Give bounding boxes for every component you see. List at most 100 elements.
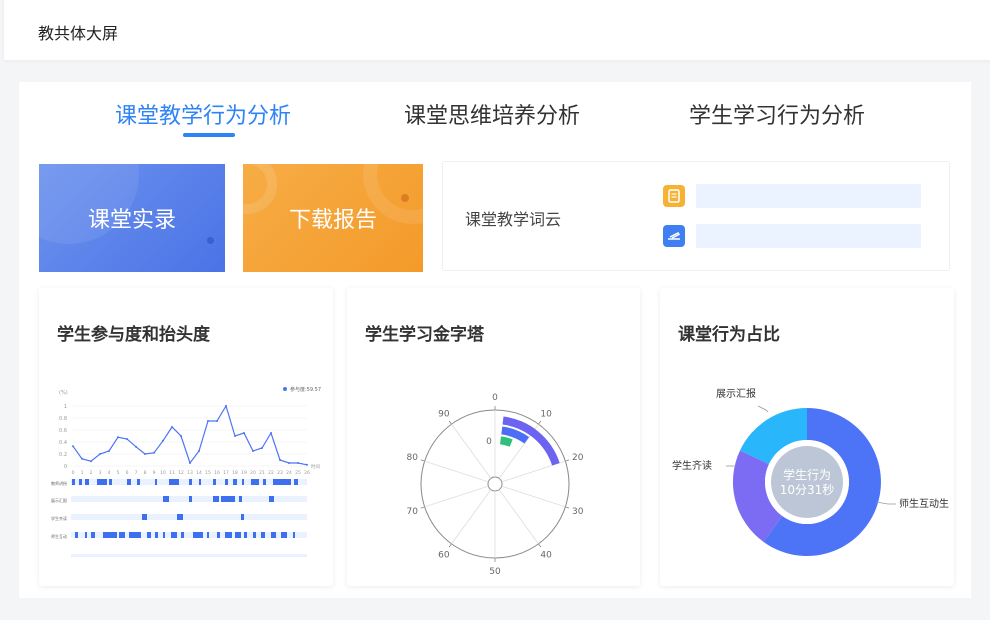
participation-line <box>72 404 308 466</box>
timeline-segment <box>75 532 78 538</box>
airplane-icon <box>663 225 685 247</box>
pyramid-panel: 学生学习金字塔 0 10 20 30 40 50 60 70 80 90 0 <box>347 288 640 586</box>
timeline-segment <box>251 479 259 485</box>
timeline-segment <box>129 532 141 538</box>
data-point <box>207 420 209 422</box>
word-cloud-bar-2 <box>696 224 921 248</box>
polar-center-ring <box>487 476 503 492</box>
polar-tick <box>565 459 570 462</box>
polar-angle-label: 20 <box>572 453 584 463</box>
tab-classroom-teaching[interactable]: 课堂教学行为分析 <box>115 98 291 130</box>
top-bar: 教共体大屏 <box>4 0 990 60</box>
polar-tick <box>565 506 570 509</box>
timeline-track-partial <box>71 554 307 557</box>
timeline-segment <box>189 479 192 485</box>
classroom-record-button[interactable]: 课堂实录 <box>39 164 225 272</box>
polar-tick <box>420 506 425 509</box>
polar-tick <box>538 543 542 548</box>
data-point <box>126 438 128 440</box>
x-tick-label: 26 <box>304 470 310 476</box>
data-point <box>234 435 236 437</box>
timeline-segment <box>239 496 242 502</box>
data-point <box>225 405 227 407</box>
polar-tick <box>448 420 452 425</box>
data-point <box>135 445 137 448</box>
download-report-button[interactable]: 下载报告 <box>243 164 423 272</box>
timeline-segment <box>127 479 131 485</box>
legend-text: 参与度:59.57 <box>290 386 321 393</box>
x-tick-label: 16 <box>214 470 220 476</box>
y-tick-label: 0.4 <box>59 440 67 446</box>
x-tick-label: 1 <box>81 470 84 476</box>
polar-spoke <box>451 423 492 479</box>
timeline-segment <box>263 479 266 485</box>
timeline-segment <box>72 479 75 485</box>
polar-angle-label: 60 <box>438 550 450 560</box>
timeline-segment <box>193 532 203 538</box>
data-point <box>162 439 164 442</box>
x-tick-label: 12 <box>178 470 184 476</box>
timeline-segment <box>142 514 147 520</box>
x-tick-label: 4 <box>108 470 111 476</box>
timeline-track <box>71 514 307 520</box>
polar-angle-label: 90 <box>438 410 450 420</box>
timeline-segment <box>213 496 219 502</box>
timeline-segment <box>225 532 232 538</box>
timeline-segment <box>171 532 177 538</box>
slice-label-1: 师生互动生 <box>899 497 949 510</box>
timeline-segment <box>181 532 184 538</box>
timeline-segment <box>261 532 265 538</box>
polar-spoke <box>498 489 539 545</box>
polar-spoke <box>501 485 566 508</box>
timeline-segment <box>242 479 244 485</box>
data-point <box>198 450 200 452</box>
timeline-row-label: 教师讲授 <box>51 480 67 486</box>
x-tick-label: 18 <box>232 470 238 476</box>
x-tick-label: 20 <box>250 470 256 476</box>
data-point <box>108 450 110 452</box>
participation-panel: 学生参与度和抬头度 (%) 参与度:59.57 1 0.8 0.6 0.4 0.2 0 0 1 2 3… <box>39 288 333 586</box>
x-tick-label: 24 <box>286 470 292 476</box>
data-point <box>171 426 173 428</box>
x-tick-label: 17 <box>223 470 229 476</box>
x-tick-label: 23 <box>277 470 283 476</box>
participation-chart: (%) 参与度:59.5710.80.60.40.200 1 2 3 4 5 6 7 8 9 10 11… <box>51 386 321 557</box>
polar-spoke <box>424 460 489 483</box>
timeline-segment <box>235 532 241 538</box>
data-point <box>288 462 290 464</box>
tab-thinking-cultivation[interactable]: 课堂思维培养分析 <box>404 98 580 130</box>
data-point <box>252 450 254 452</box>
polar-spoke <box>424 485 489 508</box>
data-point <box>297 462 299 464</box>
timeline-segment <box>109 479 112 485</box>
timeline-segment <box>163 532 165 538</box>
x-tick-label: 11 <box>169 470 175 476</box>
tab-student-learning[interactable]: 学生学习行为分析 <box>689 98 865 130</box>
x-tick-label: 9 <box>153 470 156 476</box>
timeline-segment <box>189 496 192 502</box>
timeline-segment <box>273 479 291 485</box>
x-tick-label: 14 <box>196 470 202 476</box>
slice-label-3: 展示汇报 <box>716 387 756 400</box>
x-tick-label: 21 <box>259 470 265 476</box>
label-line-1 <box>875 501 896 505</box>
timeline-segment <box>147 532 151 538</box>
x-tick-label: 6 <box>126 470 129 476</box>
donut-center <box>771 446 843 518</box>
polar-spoke <box>451 489 492 545</box>
classroom-record-label: 课堂实录 <box>87 208 176 233</box>
data-point <box>243 432 245 434</box>
donut-center-value: 10分31秒 <box>780 483 835 497</box>
x-tick-label: 19 <box>241 470 247 476</box>
timeline-segment <box>241 514 244 520</box>
download-report-label: 下载报告 <box>288 208 377 233</box>
timeline-segment <box>163 496 169 502</box>
data-point <box>189 462 191 464</box>
timeline-segment <box>253 532 256 538</box>
x-tick-label: 3 <box>99 470 102 476</box>
timeline-segment <box>169 479 179 485</box>
timeline-segment <box>269 496 274 502</box>
timeline-segment <box>244 532 247 538</box>
timeline-segment <box>91 532 95 538</box>
x-tick-label: 7 <box>135 470 138 476</box>
